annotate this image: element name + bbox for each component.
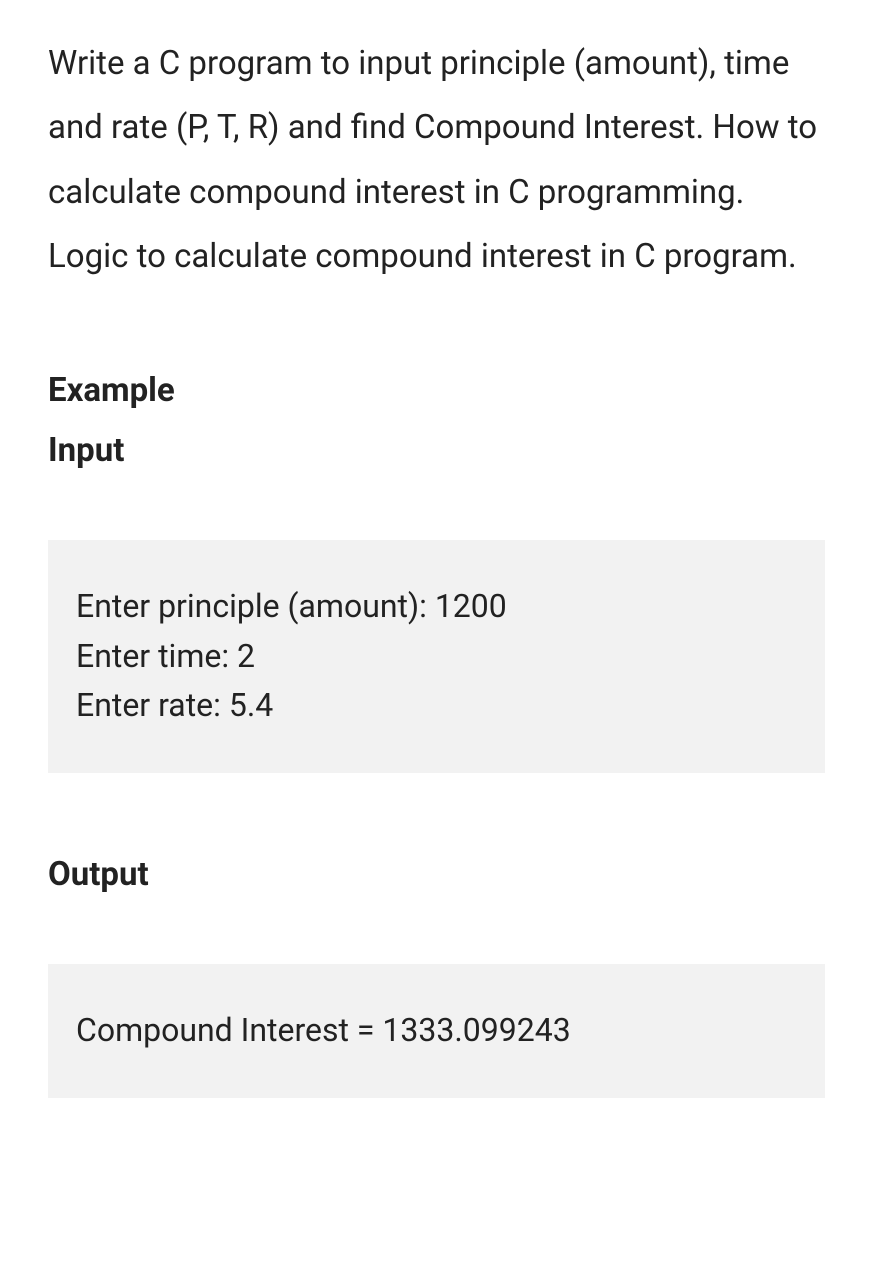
example-heading: Example — [48, 361, 825, 420]
output-code-block: Compound Interest = 1333.099243 — [48, 964, 825, 1098]
input-heading: Input — [48, 421, 825, 480]
input-code-block: Enter principle (amount): 1200 Enter tim… — [48, 540, 825, 773]
output-heading: Output — [48, 845, 825, 904]
problem-description: Write a C program to input principle (am… — [48, 32, 825, 289]
